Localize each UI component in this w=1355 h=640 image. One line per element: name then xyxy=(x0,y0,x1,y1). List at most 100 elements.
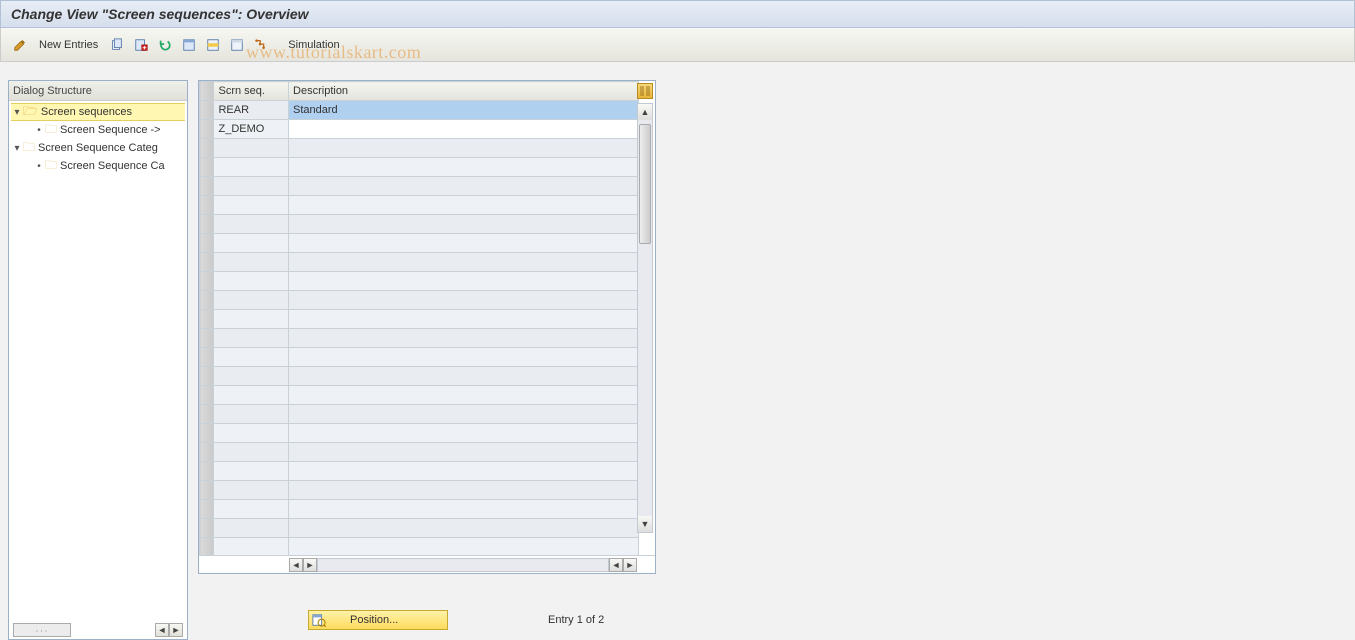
row-selector[interactable] xyxy=(200,158,214,177)
cell-desc[interactable] xyxy=(289,253,639,272)
tree-item-screen-sequence-child[interactable]: • 🗀 Screen Sequence -> xyxy=(11,121,185,139)
toggle-change-icon[interactable] xyxy=(11,36,29,54)
expand-tree-icon[interactable] xyxy=(252,36,270,54)
cell-seq[interactable] xyxy=(214,462,289,481)
table-row[interactable] xyxy=(200,139,639,158)
tree-scroll-right[interactable]: ► xyxy=(169,623,183,637)
delete-icon[interactable] xyxy=(132,36,150,54)
row-selector[interactable] xyxy=(200,120,214,139)
cell-seq[interactable] xyxy=(214,367,289,386)
row-selector-header[interactable] xyxy=(200,82,214,101)
position-button[interactable]: Position... xyxy=(308,610,448,630)
column-header-desc[interactable]: Description xyxy=(289,82,639,101)
cell-desc[interactable] xyxy=(289,538,639,556)
cell-desc[interactable] xyxy=(289,196,639,215)
tree-mini-button[interactable]: • • • xyxy=(13,623,71,637)
row-selector[interactable] xyxy=(200,386,214,405)
cell-seq[interactable] xyxy=(214,481,289,500)
row-selector[interactable] xyxy=(200,348,214,367)
row-selector[interactable] xyxy=(200,101,214,120)
cell-seq[interactable] xyxy=(214,519,289,538)
row-selector[interactable] xyxy=(200,310,214,329)
table-row[interactable]: Z_DEMO xyxy=(200,120,639,139)
cell-desc[interactable]: Standard xyxy=(289,101,639,120)
cell-desc[interactable] xyxy=(289,367,639,386)
table-row[interactable] xyxy=(200,215,639,234)
table-row[interactable] xyxy=(200,481,639,500)
cell-seq[interactable]: REAR xyxy=(214,101,289,120)
row-selector[interactable] xyxy=(200,177,214,196)
tree-scroll-left[interactable]: ◄ xyxy=(155,623,169,637)
cell-desc[interactable] xyxy=(289,443,639,462)
table-row[interactable] xyxy=(200,519,639,538)
cell-desc[interactable] xyxy=(289,386,639,405)
cell-desc[interactable] xyxy=(289,424,639,443)
row-selector[interactable] xyxy=(200,424,214,443)
cell-seq[interactable] xyxy=(214,253,289,272)
table-config-button[interactable] xyxy=(637,83,653,99)
select-all-icon[interactable] xyxy=(180,36,198,54)
cell-desc[interactable] xyxy=(289,500,639,519)
row-selector[interactable] xyxy=(200,196,214,215)
cell-desc[interactable] xyxy=(289,120,639,139)
cell-seq[interactable] xyxy=(214,139,289,158)
table-row[interactable] xyxy=(200,253,639,272)
row-selector[interactable] xyxy=(200,272,214,291)
cell-seq[interactable] xyxy=(214,424,289,443)
row-selector[interactable] xyxy=(200,462,214,481)
hscroll-track[interactable] xyxy=(317,558,609,572)
table-row[interactable] xyxy=(200,291,639,310)
cell-desc[interactable] xyxy=(289,462,639,481)
row-selector[interactable] xyxy=(200,367,214,386)
table-row[interactable] xyxy=(200,158,639,177)
tree-toggle-icon[interactable]: ▾ xyxy=(11,143,23,154)
hscroll-right-2[interactable]: ► xyxy=(623,558,637,572)
deselect-all-icon[interactable] xyxy=(228,36,246,54)
tree-item-screen-sequence-ca[interactable]: • 🗀 Screen Sequence Ca xyxy=(11,157,185,175)
cell-seq[interactable] xyxy=(214,158,289,177)
cell-desc[interactable] xyxy=(289,405,639,424)
cell-desc[interactable] xyxy=(289,272,639,291)
cell-seq[interactable] xyxy=(214,272,289,291)
row-selector[interactable] xyxy=(200,329,214,348)
tree-item-screen-sequences[interactable]: ▾ 🗁 Screen sequences xyxy=(11,103,185,121)
cell-desc[interactable] xyxy=(289,481,639,500)
row-selector[interactable] xyxy=(200,234,214,253)
cell-desc[interactable] xyxy=(289,329,639,348)
table-row[interactable] xyxy=(200,234,639,253)
table-row[interactable] xyxy=(200,196,639,215)
table-row[interactable] xyxy=(200,424,639,443)
table-row[interactable] xyxy=(200,310,639,329)
tree-toggle-icon[interactable]: ▾ xyxy=(11,107,23,118)
scroll-down-icon[interactable]: ▼ xyxy=(638,516,652,532)
cell-seq[interactable] xyxy=(214,234,289,253)
table-row[interactable] xyxy=(200,462,639,481)
simulation-button[interactable]: Simulation xyxy=(282,37,345,53)
cell-desc[interactable] xyxy=(289,519,639,538)
undo-icon[interactable] xyxy=(156,36,174,54)
hscroll-left-2[interactable]: ◄ xyxy=(609,558,623,572)
table-row[interactable] xyxy=(200,272,639,291)
table-row[interactable] xyxy=(200,443,639,462)
cell-seq[interactable] xyxy=(214,310,289,329)
select-block-icon[interactable] xyxy=(204,36,222,54)
row-selector[interactable] xyxy=(200,215,214,234)
row-selector[interactable] xyxy=(200,405,214,424)
cell-seq[interactable] xyxy=(214,177,289,196)
cell-seq[interactable] xyxy=(214,405,289,424)
tree-item-screen-sequence-categ[interactable]: ▾ 🗀 Screen Sequence Categ xyxy=(11,139,185,157)
table-row[interactable] xyxy=(200,386,639,405)
cell-seq[interactable] xyxy=(214,196,289,215)
row-selector[interactable] xyxy=(200,481,214,500)
cell-seq[interactable] xyxy=(214,500,289,519)
cell-seq[interactable]: Z_DEMO xyxy=(214,120,289,139)
table-row[interactable] xyxy=(200,500,639,519)
cell-desc[interactable] xyxy=(289,139,639,158)
scroll-thumb[interactable] xyxy=(639,124,651,244)
row-selector[interactable] xyxy=(200,519,214,538)
cell-desc[interactable] xyxy=(289,158,639,177)
table-row[interactable] xyxy=(200,367,639,386)
cell-seq[interactable] xyxy=(214,329,289,348)
table-vscrollbar[interactable]: ▲ ▼ xyxy=(637,103,653,533)
row-selector[interactable] xyxy=(200,500,214,519)
